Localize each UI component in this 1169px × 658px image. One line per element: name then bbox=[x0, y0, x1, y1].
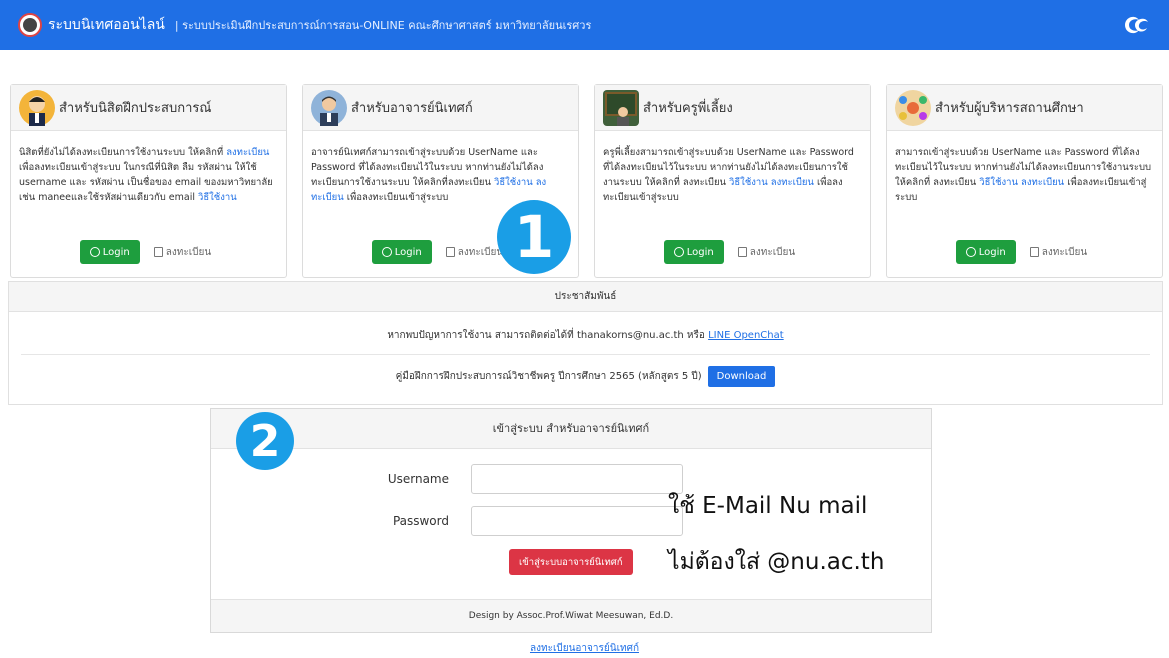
step-marker-1: 1 bbox=[497, 200, 571, 274]
nav-brand[interactable]: ระบบนิเทศออนไลน์ bbox=[48, 14, 165, 36]
site-logo-icon[interactable] bbox=[18, 13, 42, 37]
step-marker-2: 2 bbox=[236, 412, 294, 470]
card-title: สำหรับนิสิตฝึกประสบการณ์ bbox=[59, 101, 212, 116]
card-header: สำหรับผู้บริหารสถานศึกษา bbox=[887, 85, 1162, 131]
supervisor-register-link[interactable]: ลงทะเบียนอาจารย์นิเทศก์ bbox=[0, 641, 1169, 656]
password-input[interactable] bbox=[471, 506, 683, 536]
role-cards: สำหรับนิสิตฝึกประสบการณ์ นิสิตที่ยังไม่ไ… bbox=[10, 84, 1163, 278]
card-description: สามารถเข้าสู่ระบบด้วย UserName และ Passw… bbox=[895, 147, 1152, 203]
user-circle-icon bbox=[965, 247, 976, 257]
login-button[interactable]: Login bbox=[955, 240, 1016, 264]
card-actions: Login ลงทะเบียน bbox=[887, 240, 1162, 264]
card-header: สำหรับครูพี่เลี้ยง bbox=[595, 85, 870, 131]
card-actions: Login ลงทะเบียน bbox=[11, 240, 286, 264]
manual-row: คู่มือฝึกการฝึกประสบการณ์วิชาชีพครู ปีกา… bbox=[9, 366, 1162, 387]
login-footer: Design by Assoc.Prof.Wiwat Meesuwan, Ed.… bbox=[211, 599, 931, 632]
user-circle-icon bbox=[89, 247, 100, 257]
card-title: สำหรับครูพี่เลี้ยง bbox=[643, 101, 733, 116]
divider bbox=[21, 354, 1150, 355]
card-header: สำหรับนิสิตฝึกประสบการณ์ bbox=[11, 85, 286, 131]
annotation-note-line2: ไม่ต้องใส่ @nu.ac.th bbox=[668, 549, 885, 575]
card-description: ครูพี่เลี้ยงสามารถเข้าสู่ระบบด้วย UserNa… bbox=[603, 147, 854, 203]
password-label: Password bbox=[392, 514, 449, 528]
nav-subtitle: | ระบบประเมินฝึกประสบการณ์การสอน-ONLINE … bbox=[174, 19, 592, 32]
login-button[interactable]: Login bbox=[79, 240, 140, 264]
mentor-avatar-icon bbox=[603, 89, 639, 126]
card-title: สำหรับผู้บริหารสถานศึกษา bbox=[935, 101, 1084, 116]
register-icon bbox=[737, 247, 747, 257]
card-header: สำหรับอาจารย์นิเทศก์ bbox=[303, 85, 578, 131]
card-description: นิสิตที่ยังไม่ได้ลงทะเบียนการใช้งานระบบ … bbox=[19, 147, 273, 203]
card-student: สำหรับนิสิตฝึกประสบการณ์ นิสิตที่ยังไม่ไ… bbox=[10, 84, 287, 278]
register-icon bbox=[153, 247, 163, 257]
register-button[interactable]: ลงทะเบียน bbox=[148, 240, 217, 264]
card-actions: Login ลงทะเบียน bbox=[595, 240, 870, 264]
username-label: Username bbox=[387, 472, 449, 486]
login-button[interactable]: Login bbox=[663, 240, 724, 264]
user-circle-icon bbox=[381, 247, 392, 257]
contact-info: หากพบปัญหาการใช้งาน สามารถติดต่อได้ที่ t… bbox=[387, 330, 784, 341]
manual-text: คู่มือฝึกการฝึกประสบการณ์วิชาชีพครู ปีกา… bbox=[395, 371, 702, 382]
supervisor-login-submit-button[interactable]: เข้าสู่ระบบอาจารย์นิเทศก์ bbox=[509, 549, 633, 575]
username-input[interactable] bbox=[471, 464, 683, 494]
login-button[interactable]: Login bbox=[371, 240, 432, 264]
register-link[interactable]: ลงทะเบียน bbox=[226, 147, 269, 158]
login-header: เข้าสู่ระบบ สำหรับอาจารย์นิเทศก์ bbox=[211, 409, 931, 449]
register-icon bbox=[445, 247, 455, 257]
howto-link[interactable]: วิธีใช้งาน bbox=[979, 177, 1018, 188]
student-avatar-icon bbox=[19, 89, 55, 126]
register-icon bbox=[1029, 247, 1039, 257]
card-title: สำหรับอาจารย์นิเทศก์ bbox=[351, 101, 473, 116]
announcement-header: ประชาสัมพันธ์ bbox=[9, 282, 1162, 312]
user-circle-icon bbox=[673, 247, 684, 257]
top-navbar: ระบบนิเทศออนไลน์ | ระบบประเมินฝึกประสบกา… bbox=[0, 0, 1169, 50]
university-logo-icon[interactable] bbox=[1121, 11, 1151, 39]
howto-link[interactable]: วิธีใช้งาน bbox=[494, 177, 533, 188]
card-mentor: สำหรับครูพี่เลี้ยง ครูพี่เลี้ยงสามารถเข้… bbox=[594, 84, 871, 278]
howto-link[interactable]: วิธีใช้งาน bbox=[198, 192, 237, 203]
register-button[interactable]: ลงทะเบียน bbox=[1024, 240, 1093, 264]
card-administrator: สำหรับผู้บริหารสถานศึกษา สามารถเข้าสู่ระ… bbox=[886, 84, 1163, 278]
line-openchat-link[interactable]: LINE OpenChat bbox=[708, 330, 784, 341]
administrator-avatar-icon bbox=[895, 89, 931, 126]
announcement-panel: ประชาสัมพันธ์ หากพบปัญหาการใช้งาน สามารถ… bbox=[8, 281, 1163, 405]
download-button[interactable]: Download bbox=[707, 366, 776, 387]
howto-link[interactable]: วิธีใช้งาน bbox=[729, 177, 768, 188]
supervisor-avatar-icon bbox=[311, 89, 347, 126]
register-link[interactable]: ลงทะเบียน bbox=[771, 177, 814, 188]
register-link[interactable]: ลงทะเบียน bbox=[1021, 177, 1064, 188]
register-button[interactable]: ลงทะเบียน bbox=[732, 240, 801, 264]
annotation-note-line1: ใช้ E-Mail Nu mail bbox=[668, 493, 868, 519]
